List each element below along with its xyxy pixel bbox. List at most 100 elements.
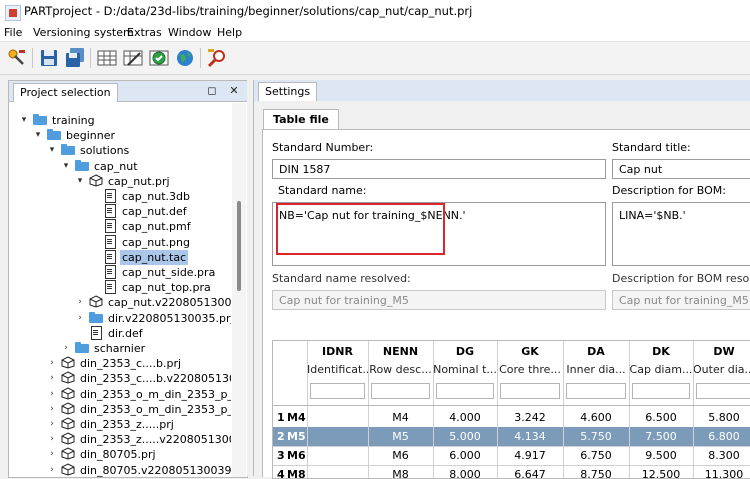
table-cell[interactable]: 12.500 xyxy=(629,465,693,478)
column-header[interactable]: IDNR xyxy=(307,343,368,361)
table-cell[interactable]: 6.750 xyxy=(563,446,629,465)
column-header[interactable]: NENN xyxy=(368,343,433,361)
menu-extras[interactable]: Extras xyxy=(127,26,162,39)
column-filter-input[interactable] xyxy=(436,383,494,399)
table-cell[interactable]: 4.000 xyxy=(433,408,497,427)
tab-table-file[interactable]: Table file xyxy=(263,109,339,130)
column-header[interactable]: GK xyxy=(497,343,563,361)
tree-item[interactable]: cap_nut.3db xyxy=(103,189,192,204)
table-edit-icon[interactable] xyxy=(122,47,144,69)
table-cell[interactable]: 6.647 xyxy=(497,465,563,478)
tree-folder[interactable]: ▾ cap_nut xyxy=(64,159,140,174)
tab-settings[interactable]: Settings xyxy=(258,82,318,101)
expand-toggle-icon[interactable]: › xyxy=(47,356,57,371)
table-cell[interactable]: 9.500 xyxy=(629,446,693,465)
tree-item[interactable]: › din_2353_o_m_din_2353_p_r.v2 xyxy=(50,402,231,417)
row-name[interactable]: M6 xyxy=(285,446,309,465)
tree-item[interactable]: dir.def xyxy=(89,325,145,341)
tree-item[interactable]: cap_nut.png xyxy=(103,234,192,250)
check-icon[interactable] xyxy=(148,47,170,69)
column-header[interactable]: DA xyxy=(563,343,629,361)
expand-toggle-icon[interactable]: ▾ xyxy=(75,174,85,189)
table-cell[interactable]: 8.750 xyxy=(563,465,629,478)
tree-item[interactable]: › cap_nut.v220805130035. xyxy=(78,295,231,310)
expand-toggle-icon[interactable]: › xyxy=(47,417,57,432)
table-cell[interactable] xyxy=(307,408,368,427)
column-filter-input[interactable] xyxy=(632,383,690,399)
tree-item[interactable]: cap_nut.def xyxy=(103,204,189,219)
table-cell[interactable]: 4.600 xyxy=(563,408,629,427)
tree-item[interactable]: cap_nut.tac xyxy=(103,249,189,265)
table-cell[interactable]: M8 xyxy=(368,465,433,478)
table-cell[interactable]: 7.500 xyxy=(629,427,693,446)
table-cell[interactable]: 5.000 xyxy=(433,427,497,446)
table-cell[interactable] xyxy=(307,465,368,478)
tab-project-selection[interactable]: Project selection xyxy=(13,83,118,102)
menu-window[interactable]: Window xyxy=(168,26,211,39)
column-header[interactable]: DW xyxy=(693,343,750,361)
column-header[interactable]: DK xyxy=(629,343,693,361)
tree-item[interactable]: cap_nut_top.pra xyxy=(103,280,213,295)
table-cell[interactable]: 4.917 xyxy=(497,446,563,465)
panel-divider[interactable] xyxy=(247,80,251,476)
table-cell[interactable]: M5 xyxy=(368,427,433,446)
table-cell[interactable]: M4 xyxy=(368,408,433,427)
expand-toggle-icon[interactable]: › xyxy=(47,387,57,402)
tree-folder[interactable]: › scharnier xyxy=(64,341,147,356)
tree-folder[interactable]: ▾ solutions xyxy=(50,143,131,158)
tree-folder[interactable]: › dir.v220805130035.prj xyxy=(78,311,231,326)
globe-icon[interactable] xyxy=(174,47,196,69)
table-cell[interactable]: 5.800 xyxy=(693,408,750,427)
row-name[interactable]: M5 xyxy=(285,427,309,446)
column-filter-input[interactable] xyxy=(696,383,750,399)
expand-toggle-icon[interactable]: › xyxy=(47,371,57,386)
column-header[interactable]: DG xyxy=(433,343,497,361)
column-filter-input[interactable] xyxy=(371,383,430,399)
row-name[interactable]: M8 xyxy=(285,465,309,478)
tree-item[interactable]: › din_2353_c....b.v220805130039.p xyxy=(50,371,231,386)
run-icon[interactable] xyxy=(6,47,28,69)
tree-item[interactable]: › din_2353_c....b.prj xyxy=(50,356,183,371)
menu-help[interactable]: Help xyxy=(217,26,242,39)
expand-toggle-icon[interactable]: › xyxy=(75,295,85,310)
tree-item[interactable]: › din_80705.prj xyxy=(50,447,158,462)
table-cell[interactable]: 5.750 xyxy=(563,427,629,446)
scrollbar-thumb[interactable] xyxy=(237,201,241,291)
expand-toggle-icon[interactable]: ▾ xyxy=(47,143,57,158)
expand-toggle-icon[interactable]: ▾ xyxy=(19,113,29,128)
expand-toggle-icon[interactable]: › xyxy=(61,341,71,356)
save-all-icon[interactable] xyxy=(64,47,86,69)
tree-folder[interactable]: ▾ beginner xyxy=(36,128,117,143)
restore-icon[interactable]: ◻ xyxy=(205,84,219,98)
table-cell[interactable]: 6.500 xyxy=(629,408,693,427)
row-name[interactable]: M4 xyxy=(285,408,309,427)
table-cell[interactable]: 8.000 xyxy=(433,465,497,478)
table-cell[interactable] xyxy=(307,446,368,465)
tree-item[interactable]: › din_80705.v220805130039.prj xyxy=(50,463,231,477)
expand-toggle-icon[interactable]: › xyxy=(47,432,57,447)
menu-versioning-system[interactable]: Versioning system xyxy=(33,26,134,39)
tree-item[interactable]: cap_nut.pmf xyxy=(103,219,193,234)
column-filter-input[interactable] xyxy=(500,383,560,399)
tree-item[interactable]: › din_2353_z.....v220805130039.prj xyxy=(50,432,231,447)
table-cell[interactable]: 11.300 xyxy=(693,465,750,478)
expand-toggle-icon[interactable]: ▾ xyxy=(61,159,71,174)
menu-file[interactable]: File xyxy=(4,26,22,39)
table-cell[interactable]: 3.242 xyxy=(497,408,563,427)
expand-toggle-icon[interactable]: › xyxy=(47,463,57,477)
expand-toggle-icon[interactable]: › xyxy=(47,402,57,417)
tree-folder[interactable]: ▾ training xyxy=(22,113,97,128)
bom-description-field[interactable]: LINA='$NB.' xyxy=(612,202,750,266)
table-cell[interactable]: M6 xyxy=(368,446,433,465)
tree-scrollbar[interactable] xyxy=(232,103,246,477)
table-icon[interactable] xyxy=(96,47,118,69)
standard-title-field[interactable]: Cap nut xyxy=(612,159,750,179)
table-cell[interactable]: 6.800 xyxy=(693,427,750,446)
column-filter-input[interactable] xyxy=(310,383,365,399)
tree-item[interactable]: › din_2353_o_m_din_2353_p_r.pr xyxy=(50,387,231,402)
search-icon[interactable] xyxy=(206,47,228,69)
expand-toggle-icon[interactable]: ▾ xyxy=(33,128,43,143)
column-filter-input[interactable] xyxy=(566,383,626,399)
expand-toggle-icon[interactable]: › xyxy=(47,447,57,462)
tree-item[interactable]: › din_2353_z.....prj xyxy=(50,417,176,432)
